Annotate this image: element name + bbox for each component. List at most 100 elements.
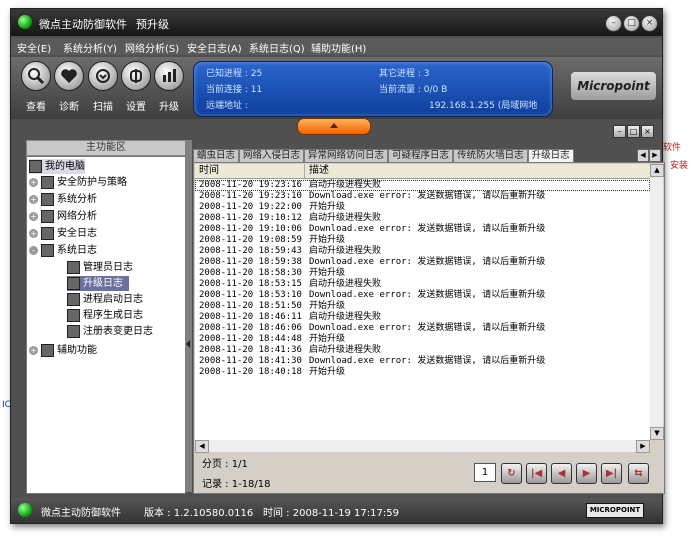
expand-icon[interactable]: +: [29, 211, 38, 221]
tree-item-admin-log[interactable]: 管理员日志: [67, 260, 133, 275]
horizontal-scrollbar[interactable]: ◀ ▶: [195, 440, 650, 453]
row-description: 启动升级进程失败: [309, 345, 382, 355]
next-page-icon[interactable]: ▶: [576, 463, 597, 484]
view-button[interactable]: 查看: [19, 61, 53, 116]
menu-helper[interactable]: 辅助功能(H): [311, 40, 366, 55]
expand-icon[interactable]: +: [29, 194, 38, 204]
table-row[interactable]: 2008-11-20 18:58:30 开始升级: [195, 268, 650, 279]
row-description: 开始升级: [309, 367, 346, 377]
tree-item-system-log[interactable]: - 系统日志: [29, 243, 97, 258]
last-page-icon[interactable]: ▶|: [601, 463, 622, 484]
table-row[interactable]: 2008-11-20 19:23:16 启动升级进程失败: [195, 180, 650, 191]
table-row[interactable]: 2008-11-20 19:10:12 启动升级进程失败: [195, 213, 650, 224]
expand-icon[interactable]: +: [29, 177, 38, 187]
tree-label: 我的电脑: [45, 161, 85, 172]
scroll-down-icon[interactable]: ▼: [650, 427, 664, 440]
table-row[interactable]: 2008-11-20 18:46:06 Download.exe error: 发…: [195, 323, 650, 334]
tree-item-registry-log[interactable]: 注册表变更日志: [67, 324, 153, 339]
menu-security-log[interactable]: 安全日志(A): [187, 40, 242, 55]
row-time: 2008-11-20 18:41:30: [199, 356, 302, 366]
tree-item-network-analysis[interactable]: + 网络分析: [29, 209, 97, 224]
table-row[interactable]: 2008-11-20 19:08:59 开始升级: [195, 235, 650, 246]
collapse-icon[interactable]: -: [29, 245, 38, 255]
table-row[interactable]: 2008-11-20 18:41:30 Download.exe error: 发…: [195, 356, 650, 367]
diagnose-button[interactable]: 诊断: [52, 61, 86, 116]
menu-security[interactable]: 安全(E): [17, 40, 51, 55]
table-row[interactable]: 2008-11-20 18:53:10 Download.exe error: 发…: [195, 290, 650, 301]
tree-item-my-computer[interactable]: 我的电脑: [29, 159, 85, 174]
tree-item-system-analysis[interactable]: + 系统分析: [29, 192, 97, 207]
collapse-toolbar-button[interactable]: [297, 118, 371, 135]
tab-suspicious-program-log[interactable]: 可疑程序日志: [388, 149, 454, 162]
table-row[interactable]: 2008-11-20 18:46:11 启动升级进程失败: [195, 312, 650, 323]
settings-button[interactable]: 设置: [119, 61, 153, 116]
panel-splitter[interactable]: [185, 140, 192, 492]
tree-item-security-log[interactable]: + 安全日志: [29, 226, 97, 241]
maximize-icon[interactable]: □: [623, 15, 640, 32]
table-row[interactable]: 2008-11-20 18:53:15 启动升级进程失败: [195, 279, 650, 290]
scan-button[interactable]: 扫描: [86, 61, 120, 116]
tree-item-upgrade-log[interactable]: 升级日志: [67, 276, 129, 291]
panel-minimize-icon[interactable]: –: [613, 125, 626, 138]
row-time: 2008-11-20 18:59:38: [199, 257, 302, 267]
tree-label: 系统日志: [57, 245, 97, 256]
prev-page-icon[interactable]: ◀: [551, 463, 572, 484]
minimize-icon[interactable]: –: [605, 15, 622, 32]
first-page-icon[interactable]: |◀: [526, 463, 547, 484]
tree-label: 辅助功能: [57, 345, 97, 356]
status-panel: 已知进程 : 25 其它进程 : 3 当前连接 : 11 当前流量 : 0/0 …: [193, 61, 553, 117]
status-logo-icon: [18, 503, 32, 517]
row-description: Download.exe error: 发送数据错误, 请以后重新升级: [309, 356, 546, 366]
column-description[interactable]: 描述: [305, 164, 649, 178]
export-icon[interactable]: ⇆: [628, 463, 649, 484]
tab-worm-log[interactable]: 蠕虫日志: [193, 149, 240, 162]
tab-upgrade-log[interactable]: 升级日志: [527, 149, 574, 162]
table-row[interactable]: 2008-11-20 19:23:10 Download.exe error: 发…: [195, 191, 650, 202]
tree-item-security-policy[interactable]: + 安全防护与策略: [29, 175, 127, 190]
title-bar[interactable]: 微点主动防御软件 预升级 – □ ×: [11, 9, 662, 36]
row-time: 2008-11-20 19:10:12: [199, 213, 302, 223]
column-time[interactable]: 时间: [195, 164, 305, 178]
vertical-scrollbar[interactable]: ▲ ▼: [650, 164, 664, 440]
scroll-up-icon[interactable]: ▲: [650, 164, 664, 177]
table-row[interactable]: 2008-11-20 19:10:06 Download.exe error: 发…: [195, 224, 650, 235]
row-time: 2008-11-20 19:22:00: [199, 202, 302, 212]
background-text-fragment: 软件: [663, 143, 682, 153]
table-row[interactable]: 2008-11-20 18:41:36 启动升级进程失败: [195, 345, 650, 356]
tree-label: 注册表变更日志: [83, 326, 153, 337]
menu-system-analysis[interactable]: 系统分析(Y): [63, 40, 117, 55]
table-row[interactable]: 2008-11-20 18:59:38 Download.exe error: 发…: [195, 257, 650, 268]
close-icon[interactable]: ×: [641, 15, 658, 32]
background-text-fragment: 安装: [670, 161, 689, 171]
tree-item-helper[interactable]: + 辅助功能: [29, 343, 97, 358]
tab-scroll-right-icon[interactable]: ▶: [649, 149, 661, 162]
row-time: 2008-11-20 18:53:10: [199, 290, 302, 300]
tab-firewall-log[interactable]: 传统防火墙日志: [453, 149, 528, 162]
tree-item-program-creation-log[interactable]: 程序生成日志: [67, 308, 143, 323]
table-row[interactable]: 2008-11-20 18:51:50 开始升级: [195, 301, 650, 312]
tab-scroll-left-icon[interactable]: ◀: [637, 149, 649, 162]
panel-restore-icon[interactable]: □: [627, 125, 640, 138]
panel-close-icon[interactable]: ×: [641, 125, 654, 138]
row-time: 2008-11-20 18:44:48: [199, 334, 302, 344]
table-row[interactable]: 2008-11-20 18:44:48 开始升级: [195, 334, 650, 345]
tab-abnormal-network-log[interactable]: 异常网络访问日志: [304, 149, 389, 162]
expand-icon[interactable]: +: [29, 345, 38, 355]
expand-icon[interactable]: +: [29, 228, 38, 238]
menu-system-log[interactable]: 系统日志(Q): [249, 40, 305, 55]
scroll-right-icon[interactable]: ▶: [636, 440, 650, 453]
scroll-left-icon[interactable]: ◀: [195, 440, 209, 453]
page-number-input[interactable]: 1: [474, 463, 496, 482]
row-description: 启动升级进程失败: [309, 246, 382, 256]
table-row[interactable]: 2008-11-20 18:59:43 启动升级进程失败: [195, 246, 650, 257]
remote-address-value: 192.168.1.255 (局域网地: [429, 101, 538, 111]
tree-item-process-start-log[interactable]: 进程启动日志: [67, 292, 143, 307]
tab-intrusion-log[interactable]: 网络入侵日志: [239, 149, 305, 162]
menu-network-analysis[interactable]: 网络分析(S): [125, 40, 179, 55]
refresh-icon[interactable]: ↻: [501, 463, 522, 484]
settings-icon: [121, 61, 151, 91]
table-row[interactable]: 2008-11-20 18:40:18 开始升级: [195, 367, 650, 378]
table-row[interactable]: 2008-11-20 19:22:00 开始升级: [195, 202, 650, 213]
row-time: 2008-11-20 18:58:30: [199, 268, 302, 278]
upgrade-button[interactable]: 升级: [152, 61, 186, 116]
